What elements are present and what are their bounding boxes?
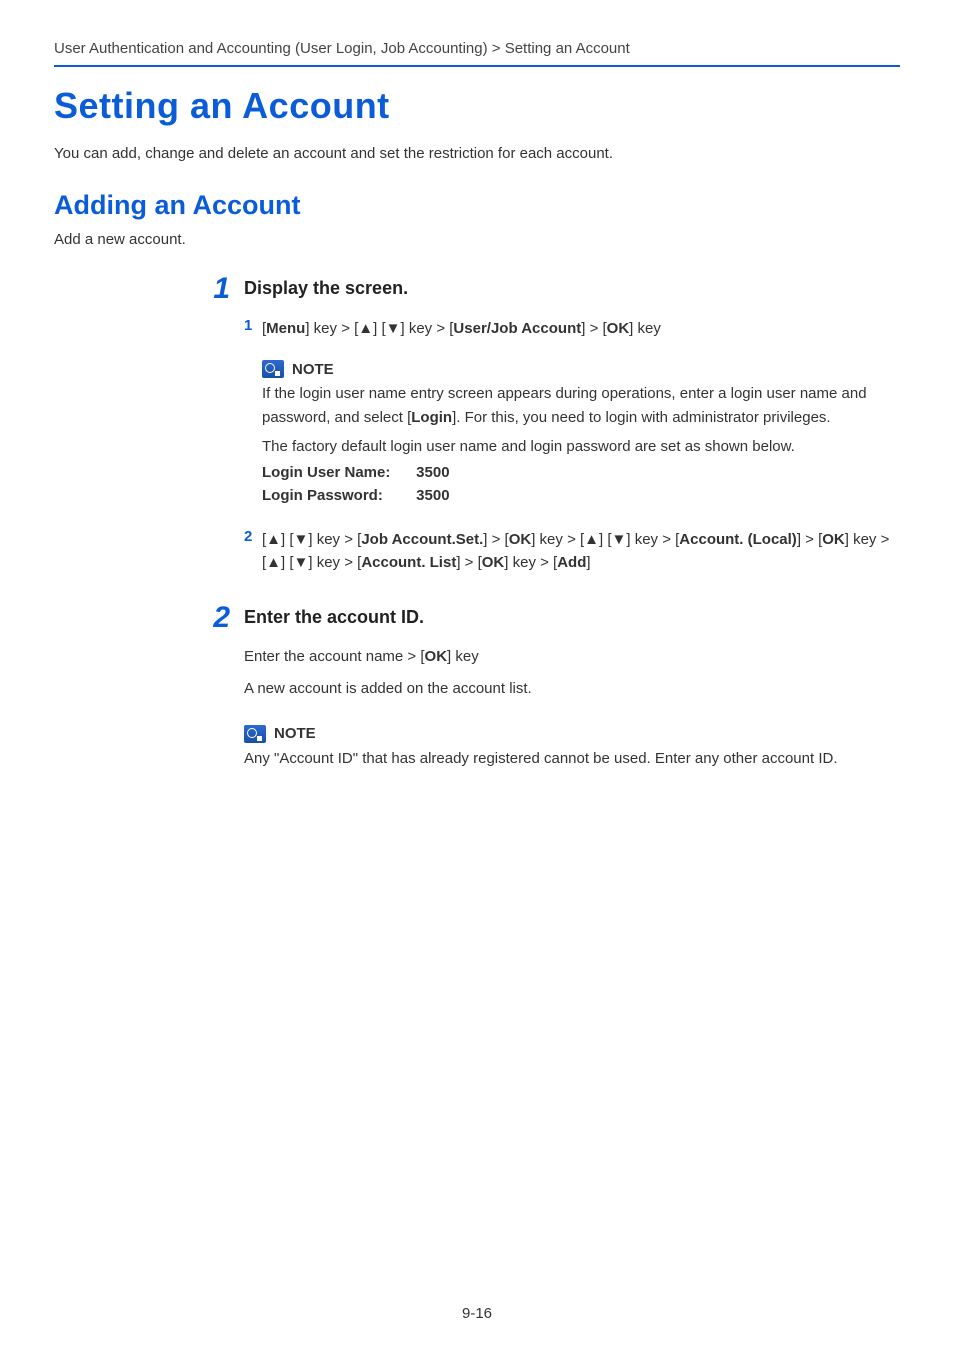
divider (54, 65, 900, 67)
breadcrumb: User Authentication and Accounting (User… (54, 40, 900, 57)
login-pass-row: Login Password: 3500 (262, 487, 890, 504)
step-number-1: 1 (184, 274, 244, 304)
step-2-line-2: A new account is added on the account li… (244, 678, 900, 701)
step-2-title: Enter the account ID. (244, 607, 900, 628)
note-text: Any "Account ID" that has already regist… (244, 747, 890, 770)
step-2-line-1: Enter the account name > [OK] key (244, 646, 900, 669)
section-sub: Add a new account. (54, 231, 900, 248)
login-user-row: Login User Name: 3500 (262, 464, 890, 481)
note-icon (262, 360, 284, 378)
note-icon (244, 725, 266, 743)
note-box-2: NOTE Any "Account ID" that has already r… (244, 725, 900, 770)
substep-number: 2 (244, 528, 262, 545)
step-1-title: Display the screen. (244, 278, 900, 299)
login-pass-value: 3500 (416, 487, 449, 504)
login-user-label: Login User Name: (262, 464, 412, 481)
step-2: 2 Enter the account ID. Enter the accoun… (184, 603, 900, 790)
page-number: 9-16 (0, 1305, 954, 1322)
section-title: Adding an Account (54, 190, 900, 221)
intro-text: You can add, change and delete an accoun… (54, 145, 900, 162)
step-1-substep-1: 1 [Menu] key > [▲] [▼] key > [User/Job A… (244, 317, 900, 340)
page-title: Setting an Account (54, 85, 900, 127)
note-text-2: The factory default login user name and … (262, 435, 890, 458)
note-box-1: NOTE If the login user name entry screen… (262, 360, 900, 504)
substep-number: 1 (244, 317, 262, 334)
step-1-substep-2: 2 [▲] [▼] key > [Job Account.Set.] > [OK… (244, 528, 900, 575)
note-text: If the login user name entry screen appe… (262, 382, 890, 429)
substep-text: [▲] [▼] key > [Job Account.Set.] > [OK] … (262, 528, 900, 575)
note-label: NOTE (274, 725, 316, 742)
login-pass-label: Login Password: (262, 487, 412, 504)
step-number-2: 2 (184, 603, 244, 633)
note-label: NOTE (292, 361, 334, 378)
step-1: 1 Display the screen. 1 [Menu] key > [▲]… (184, 274, 900, 589)
substep-text: [Menu] key > [▲] [▼] key > [User/Job Acc… (262, 317, 900, 340)
login-user-value: 3500 (416, 464, 449, 481)
